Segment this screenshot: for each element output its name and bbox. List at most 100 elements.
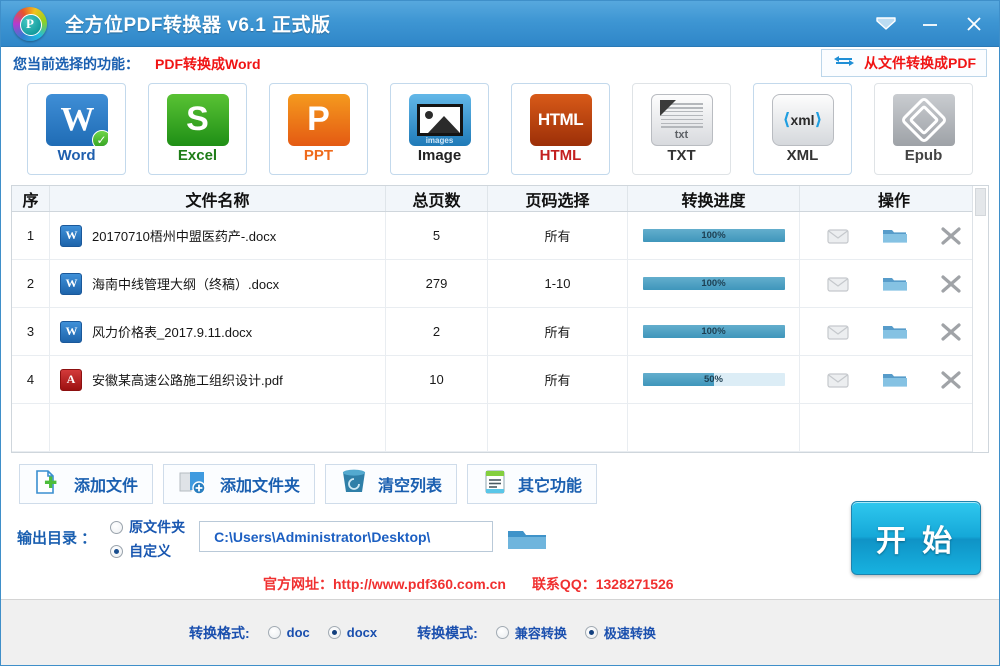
table-body: 1 W 20170710梧州中盟医药产-.docx 5 所有 100% [12,212,988,452]
word-file-icon: W [60,273,82,295]
format-option-docx-label: docx [347,625,377,640]
convert-to-pdf-label: 从文件转换成PDF [864,53,976,73]
output-path-input[interactable]: C:\Users\Administrator\Desktop\ [199,521,493,552]
format-button-txt[interactable]: txt TXT [632,83,731,175]
start-button[interactable]: 开 始 [851,501,981,575]
open-folder-icon[interactable] [881,226,909,246]
mode-option-fast[interactable]: 极速转换 [585,623,656,642]
open-folder-icon[interactable] [881,370,909,390]
table-scrollbar[interactable] [972,186,988,452]
browse-folder-button[interactable] [505,525,549,560]
add-folder-label: 添加文件夹 [220,472,300,496]
format-button-epub[interactable]: Epub [874,83,973,175]
delete-icon[interactable] [939,225,963,247]
format-label-ppt: PPT [304,148,333,165]
table-row[interactable]: 3 W 风力价格表_2017.9.11.docx 2 所有 100% [12,308,988,356]
format-label-xml: XML [787,148,819,165]
ppt-glyph: P [307,100,330,139]
add-file-icon [34,469,64,500]
convert-to-pdf-button[interactable]: 从文件转换成PDF [821,49,987,77]
cell-pages: 10 [386,356,488,403]
progress-text: 50% [643,373,785,386]
app-logo-icon: P [13,7,47,41]
epub-icon [893,94,955,146]
format-button-html[interactable]: HTML HTML [511,83,610,175]
format-option-doc[interactable]: doc [268,625,310,640]
format-option-docx[interactable]: docx [328,625,377,640]
contact-qq-text: 联系QQ：1328271526 [532,574,674,594]
table-header-row: 序 文件名称 总页数 页码选择 转换进度 操作 [12,186,988,212]
mode-option-compatible[interactable]: 兼容转换 [496,623,567,642]
conversion-mode-label: 转换模式: [417,623,478,643]
add-file-button[interactable]: 添加文件 [19,464,153,504]
pdf-file-icon: A [60,369,82,391]
format-button-image[interactable]: images Image [390,83,489,175]
progress-text: 100% [643,277,785,290]
preview-icon[interactable] [825,274,851,294]
cell-page-select[interactable]: 所有 [488,212,628,259]
delete-icon[interactable] [939,369,963,391]
radio-custom-folder[interactable]: 自定义 [110,541,185,561]
file-list-table: 序 文件名称 总页数 页码选择 转换进度 操作 1 W 20170710梧州中盟… [11,185,989,453]
cell-filename: W 20170710梧州中盟医药产-.docx [50,212,386,259]
collapse-chevron-icon[interactable] [871,9,901,39]
format-button-xml[interactable]: ⟨ xml ⟩ XML [753,83,852,175]
add-folder-button[interactable]: 添加文件夹 [163,464,315,504]
preview-icon[interactable] [825,226,851,246]
radio-dot-icon [585,626,598,639]
cell-filename: W 海南中线管理大纲（终稿）.docx [50,260,386,307]
cell-page-select[interactable]: 所有 [488,308,628,355]
column-header-progress: 转换进度 [628,186,800,211]
xml-bracket-left-icon: ⟨ [783,110,791,130]
format-label-txt: TXT [667,148,695,165]
format-button-word[interactable]: W ✓ Word [27,83,126,175]
format-option-doc-label: doc [287,625,310,640]
preview-icon[interactable] [825,370,851,390]
table-row[interactable]: 1 W 20170710梧州中盟医药产-.docx 5 所有 100% [12,212,988,260]
scrollbar-thumb[interactable] [975,188,986,216]
cell-page-select[interactable]: 所有 [488,356,628,403]
clear-list-label: 清空列表 [378,472,442,496]
format-button-excel[interactable]: S Excel [148,83,247,175]
radio-source-folder-label: 原文件夹 [129,517,185,537]
title-bar: P 全方位PDF转换器 v6.1 正式版 [1,1,999,47]
delete-icon[interactable] [939,273,963,295]
file-actions-toolbar: 添加文件 添加文件夹 清空列表 其它功能 [1,453,999,509]
cell-actions [800,308,988,355]
cell-page-select[interactable]: 1-10 [488,260,628,307]
filename-text: 安徽某高速公路施工组织设计.pdf [92,370,283,389]
close-icon[interactable] [959,9,989,39]
column-header-actions: 操作 [800,186,988,211]
open-folder-icon[interactable] [881,322,909,342]
radio-dot-icon [110,521,123,534]
cell-index: 3 [12,308,50,355]
swap-arrows-icon [832,53,856,74]
preview-icon[interactable] [825,322,851,342]
table-row[interactable]: 4 A 安徽某高速公路施工组织设计.pdf 10 所有 50% [12,356,988,404]
radio-dot-icon [496,626,509,639]
xml-glyph: xml [790,112,814,128]
table-row[interactable]: 2 W 海南中线管理大纲（终稿）.docx 279 1-10 100% [12,260,988,308]
image-icon: images [409,94,471,146]
column-header-pages: 总页数 [386,186,488,211]
mode-option-fast-label: 极速转换 [604,623,656,642]
radio-source-folder[interactable]: 原文件夹 [110,517,185,537]
progress-bar: 100% [643,229,785,242]
delete-icon[interactable] [939,321,963,343]
promo-bar: 官方网址：http://www.pdf360.com.cn 联系QQ：13282… [1,569,999,599]
word-icon: W ✓ [46,94,108,146]
other-functions-button[interactable]: 其它功能 [467,464,597,504]
format-button-ppt[interactable]: P PPT [269,83,368,175]
current-function-value: PDF转换成Word [155,54,261,74]
clear-list-button[interactable]: 清空列表 [325,464,457,504]
txt-caption: txt [661,129,703,141]
cell-index: 2 [12,260,50,307]
trash-icon [340,469,368,500]
xml-icon: ⟨ xml ⟩ [772,94,834,146]
open-folder-icon[interactable] [881,274,909,294]
table-row-empty [12,404,988,452]
filename-text: 风力价格表_2017.9.11.docx [92,322,252,341]
minimize-icon[interactable] [915,9,945,39]
excel-icon: S [167,94,229,146]
word-file-icon: W [60,321,82,343]
